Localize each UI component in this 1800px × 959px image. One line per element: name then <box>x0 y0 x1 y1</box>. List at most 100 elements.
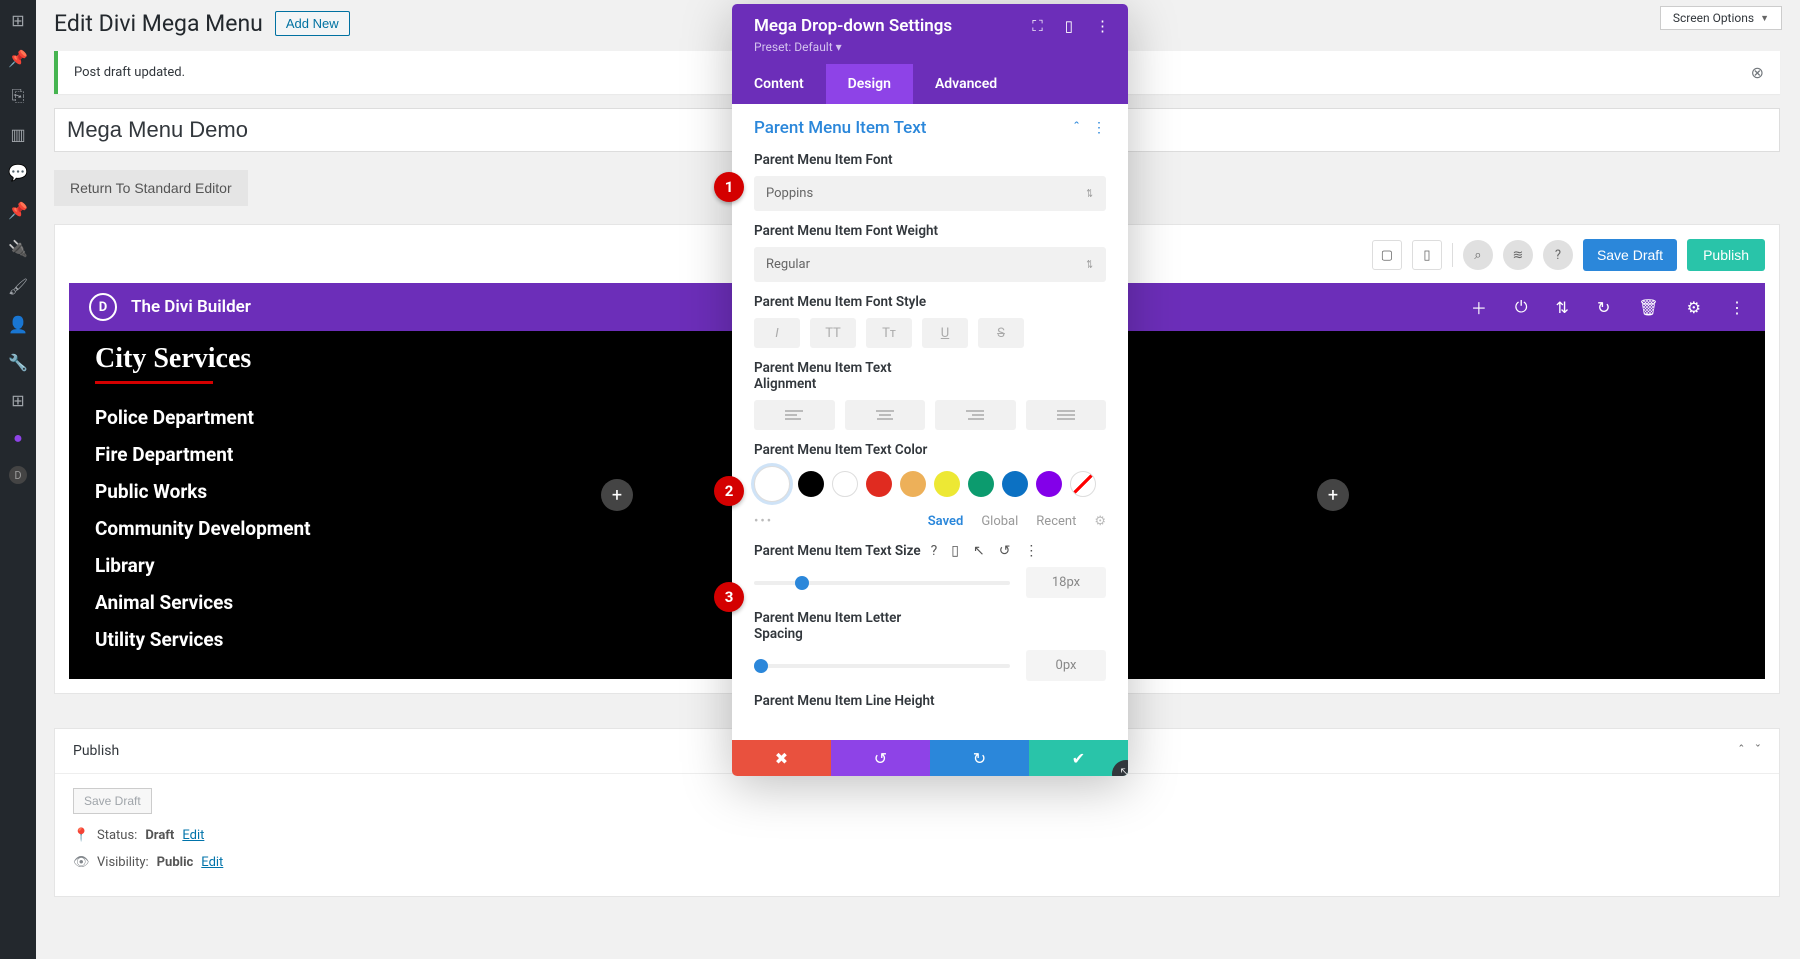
more-dots-icon[interactable]: ••• <box>754 514 773 529</box>
reset-icon[interactable]: ↺ <box>999 543 1011 559</box>
modal-title: Mega Drop-down Settings <box>754 16 952 36</box>
modal-header: Mega Drop-down Settings ⛶ ▯ ⋮ Preset: De… <box>732 4 1128 64</box>
gear-icon[interactable]: ⚙ <box>1687 298 1701 317</box>
builder-logo-icon: D <box>89 293 117 321</box>
dashboard-icon[interactable]: ⊞ <box>8 10 28 30</box>
undo-button[interactable]: ↺ <box>831 740 930 776</box>
users-icon[interactable]: 👤 <box>8 314 28 334</box>
uppercase-button[interactable]: TT <box>810 318 856 348</box>
close-button[interactable]: ✖ <box>732 740 831 776</box>
return-standard-editor-button[interactable]: Return To Standard Editor <box>54 170 248 206</box>
modal-kebab-icon[interactable]: ⋮ <box>1095 17 1110 35</box>
d-icon[interactable]: D <box>9 466 27 484</box>
plugins-icon[interactable]: 🔌 <box>8 238 28 258</box>
color-settings-icon[interactable]: ⚙ <box>1094 514 1106 529</box>
publish-box-title: Publish <box>73 743 119 759</box>
modal-footer: ✖ ↺ ↻ ✔ <box>732 740 1128 776</box>
sort-icon[interactable]: ⇅ <box>1556 298 1569 317</box>
swatch-none[interactable] <box>1070 471 1096 497</box>
publish-button[interactable]: Publish <box>1687 239 1765 271</box>
layers-icon[interactable]: ≋ <box>1503 240 1533 270</box>
swatch-yellow[interactable] <box>934 471 960 497</box>
tools-icon[interactable]: 🔧 <box>8 352 28 372</box>
swatch-green[interactable] <box>968 471 994 497</box>
section-header[interactable]: Parent Menu Item Text ˆ ⋮ <box>754 118 1106 138</box>
phone-icon[interactable]: ▯ <box>951 543 959 559</box>
chevron-down-icon[interactable]: ˇ <box>1755 743 1761 759</box>
tab-content[interactable]: Content <box>732 64 826 104</box>
trash-icon[interactable]: 🗑 <box>1638 298 1658 317</box>
align-center-button[interactable] <box>845 400 926 430</box>
add-column-button-2[interactable]: + <box>1317 479 1349 511</box>
builder-title: The Divi Builder <box>131 297 251 317</box>
swatch-purple[interactable] <box>1036 471 1062 497</box>
tablet-view-icon[interactable]: ▯ <box>1412 240 1442 270</box>
size-value-input[interactable]: 18px <box>1026 567 1106 598</box>
modal-body: Parent Menu Item Text ˆ ⋮ Parent Menu It… <box>732 104 1128 740</box>
add-new-button[interactable]: Add New <box>275 11 350 36</box>
comments-icon[interactable]: 💬 <box>8 162 28 182</box>
swatch-orange[interactable] <box>900 471 926 497</box>
size-slider[interactable] <box>754 581 1010 585</box>
swatch-black[interactable] <box>798 471 824 497</box>
toolbar-divider <box>1452 243 1453 267</box>
screen-options-button[interactable]: Screen Options <box>1660 6 1782 30</box>
spacing-slider[interactable] <box>754 664 1010 668</box>
weight-label: Parent Menu Item Font Weight <box>754 223 1106 239</box>
pin2-icon[interactable]: 📌 <box>8 200 28 220</box>
chevron-up-icon[interactable]: ˆ <box>1738 743 1745 759</box>
snap-icon[interactable]: ▯ <box>1065 17 1073 35</box>
align-justify-button[interactable] <box>1026 400 1107 430</box>
history-icon[interactable]: ↻ <box>1597 298 1610 317</box>
help-icon[interactable]: ? <box>931 543 938 559</box>
lineheight-label: Parent Menu Item Line Height <box>754 693 1106 709</box>
save-draft-button[interactable]: Save Draft <box>1583 239 1677 271</box>
help-icon[interactable]: ? <box>1543 240 1573 270</box>
swatch-white[interactable] <box>832 471 858 497</box>
chevron-up-icon[interactable]: ˆ <box>1073 120 1080 136</box>
underline-button[interactable]: U <box>922 318 968 348</box>
divi-icon[interactable]: ● <box>8 428 28 448</box>
appearance-icon[interactable]: 🖌 <box>8 276 28 296</box>
power-icon[interactable]: ⏻ <box>1515 297 1528 317</box>
screen-options-label: Screen Options <box>1673 11 1754 25</box>
font-select[interactable]: Poppins <box>754 176 1106 211</box>
recent-tab[interactable]: Recent <box>1036 514 1076 529</box>
kebab-icon[interactable]: ⋮ <box>1729 298 1745 317</box>
saved-tab[interactable]: Saved <box>928 514 964 529</box>
modal-preset[interactable]: Preset: Default ▾ <box>754 40 1110 54</box>
visibility-edit-link[interactable]: Edit <box>201 855 223 870</box>
swatch-blue[interactable] <box>1002 471 1028 497</box>
desktop-view-icon[interactable]: ▢ <box>1372 240 1402 270</box>
smallcaps-button[interactable]: Tᴛ <box>866 318 912 348</box>
swatch-red[interactable] <box>866 471 892 497</box>
expand-icon[interactable]: ⛶ <box>1032 17 1043 35</box>
status-edit-link[interactable]: Edit <box>182 828 204 843</box>
settings-icon[interactable]: ⊞ <box>8 390 28 410</box>
align-right-button[interactable] <box>935 400 1016 430</box>
visibility-icon: 👁 <box>73 855 89 870</box>
align-left-button[interactable] <box>754 400 835 430</box>
tab-advanced[interactable]: Advanced <box>913 64 1019 104</box>
notice-dismiss-icon[interactable]: ⊗ <box>1751 63 1764 82</box>
zoom-icon[interactable]: ⌕ <box>1463 240 1493 270</box>
metabox-save-draft-button[interactable]: Save Draft <box>73 788 152 814</box>
strikethrough-button[interactable]: S <box>978 318 1024 348</box>
hover-icon[interactable]: ↖ <box>973 543 985 559</box>
add-column-button[interactable]: + <box>601 479 633 511</box>
media-icon[interactable]: ⎘ <box>8 86 28 106</box>
italic-button[interactable]: I <box>754 318 800 348</box>
pages-icon[interactable]: ▥ <box>8 124 28 144</box>
weight-select[interactable]: Regular <box>754 247 1106 282</box>
spacing-value-input[interactable]: 0px <box>1026 650 1106 681</box>
visibility-label: Visibility: <box>97 855 149 870</box>
add-icon[interactable]: ＋ <box>1471 295 1487 319</box>
color-label: Parent Menu Item Text Color <box>754 442 1106 458</box>
global-tab[interactable]: Global <box>981 514 1018 529</box>
tab-design[interactable]: Design <box>826 64 913 104</box>
section-kebab-icon[interactable]: ⋮ <box>1092 120 1106 136</box>
size-kebab-icon[interactable]: ⋮ <box>1024 543 1038 559</box>
swatch-selected[interactable] <box>754 466 790 502</box>
redo-button[interactable]: ↻ <box>930 740 1029 776</box>
pin-icon[interactable]: 📌 <box>8 48 28 68</box>
